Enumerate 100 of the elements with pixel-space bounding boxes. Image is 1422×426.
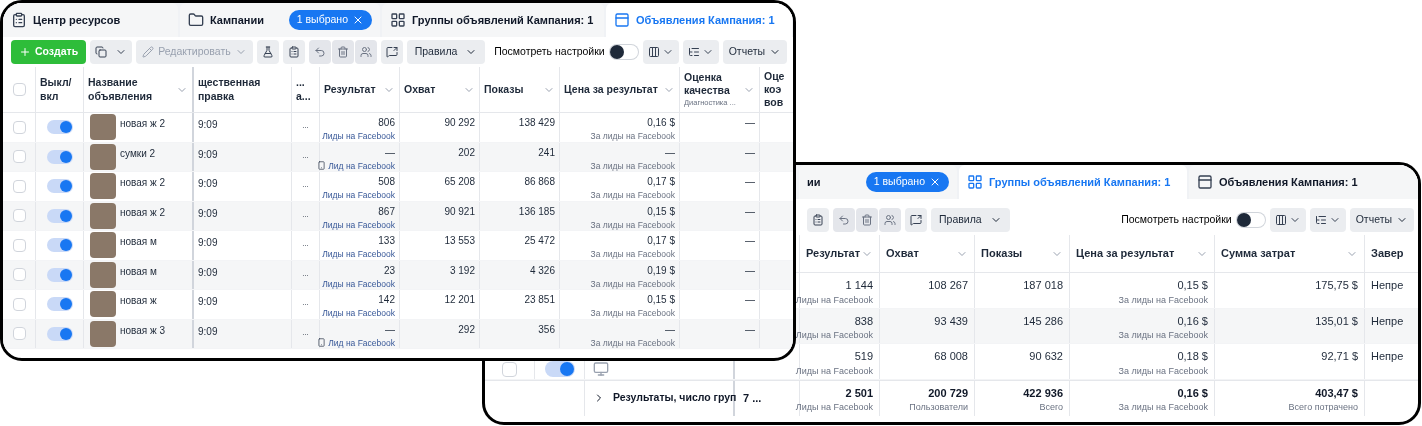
checkbox[interactable] [12, 297, 26, 311]
table-cell-text: 838 [854, 313, 873, 329]
column-title: Показы [484, 82, 524, 97]
toggle-switch[interactable] [46, 238, 73, 253]
reports-button[interactable]: Отчеты [1349, 208, 1414, 232]
copy-icon [95, 46, 108, 58]
toggle-switch[interactable] [46, 120, 73, 135]
toggle-switch[interactable] [46, 208, 73, 223]
result-link[interactable]: Лиды на Facebook [322, 218, 395, 232]
table-cell-note: За лиды на Facebook [590, 307, 675, 320]
column-header[interactable]: Показы [975, 235, 1070, 272]
toggle-switch[interactable] [46, 179, 73, 194]
result-link[interactable]: Лиды на Facebook [322, 248, 395, 261]
column-header[interactable]: щественная правка [194, 67, 292, 112]
delete-button[interactable] [856, 208, 878, 232]
tab[interactable]: Группы объявлений Кампания: 1 [959, 165, 1187, 199]
column-header[interactable]: Результат [320, 67, 400, 112]
table-cell: 90 292 [444, 117, 475, 128]
toggle-switch[interactable] [46, 326, 73, 341]
table-cell-text: 0,17 $ [647, 234, 675, 248]
column-title: Показы [981, 246, 1023, 262]
tab-label: Центр ресурсов [33, 12, 121, 28]
column-header[interactable]: Охват [880, 235, 975, 272]
ad-name[interactable]: новая м [120, 261, 157, 288]
columns-button[interactable] [1269, 208, 1306, 232]
result-link[interactable]: Лиды на Facebook [322, 307, 395, 320]
ad-name[interactable]: новая м [120, 232, 157, 259]
clipboard-button[interactable] [282, 40, 305, 64]
test-button[interactable] [256, 40, 279, 64]
table-cell-text: 135,01 $ [1315, 313, 1358, 329]
result-link[interactable]: Лиды на Facebook [322, 130, 395, 143]
table-cell-text: 0,15 $ [647, 293, 675, 307]
result-link[interactable]: Лиды на Facebook [322, 189, 395, 202]
column-header[interactable]: Сумма затрат [1215, 235, 1365, 272]
toggle-switch[interactable] [46, 297, 73, 312]
clipboard-button[interactable] [807, 208, 829, 232]
rules-button[interactable]: Правила [931, 208, 1010, 232]
column-header[interactable]: Охват [400, 67, 480, 112]
ad-name[interactable]: новая ж 2 [120, 173, 166, 200]
checkbox[interactable] [12, 209, 26, 223]
breakdown-button[interactable] [1309, 208, 1346, 232]
delete-button[interactable] [331, 40, 354, 64]
ad-name[interactable]: новая ж 3 [120, 320, 166, 347]
table-cell-note: За лиды на Facebook [1118, 329, 1208, 342]
table-cell: ... [302, 239, 309, 248]
column-header[interactable]: ... а... [292, 67, 320, 112]
breakdown-button[interactable] [682, 40, 719, 64]
ad-name[interactable]: сумки 2 [120, 143, 156, 170]
checkbox[interactable] [12, 179, 26, 193]
table-cell-text: 519 [854, 349, 873, 364]
table-cell: — [745, 176, 755, 187]
grid-icon [967, 174, 983, 190]
table-cell: 86 868 [524, 176, 555, 187]
column-header[interactable]: Выкл/ вкл [36, 67, 84, 112]
tab[interactable]: Кампании 1 выбрано [180, 3, 380, 37]
checkbox[interactable] [12, 268, 26, 282]
column-header[interactable]: Цена за результат [1070, 235, 1215, 272]
table-cell-text: 403,47 $ [1315, 385, 1358, 401]
ad-name[interactable]: новая ж 2 [120, 202, 166, 229]
column-header[interactable]: Показы [480, 67, 560, 112]
table-cell: 202 [458, 146, 475, 158]
column-header[interactable]: Результат [800, 235, 880, 272]
checkbox[interactable] [12, 238, 26, 252]
table-cell-note: За лиды на Facebook [590, 218, 675, 232]
column-header[interactable]: Завер [1365, 235, 1418, 272]
duplicate-button[interactable] [90, 40, 133, 64]
tab-label: Группы объявлений Кампания: 1 [412, 12, 594, 28]
tab[interactable]: ии 1 выбрано [799, 165, 957, 199]
columns-button[interactable] [642, 40, 679, 64]
reports-button[interactable]: Отчеты [722, 40, 787, 64]
checkbox[interactable] [12, 327, 26, 341]
selection-badge[interactable]: 1 выбрано [288, 10, 372, 30]
result-link[interactable]: Лид на Facebook [328, 159, 395, 173]
checkbox[interactable] [502, 361, 517, 377]
toggle-switch[interactable] [1235, 212, 1266, 228]
column-header[interactable]: Оце коэ вов [760, 67, 793, 112]
ad-name[interactable]: новая ж [120, 291, 157, 318]
ad-name[interactable]: новая ж 2 [120, 114, 166, 141]
toggle-switch[interactable] [608, 44, 639, 60]
result-link[interactable]: Лид на Facebook [328, 336, 395, 350]
checkbox[interactable] [12, 150, 26, 164]
result-link[interactable]: Лиды на Facebook [322, 277, 395, 291]
comment-button[interactable] [380, 40, 403, 64]
selection-badge[interactable]: 1 выбрано [865, 172, 949, 192]
tab[interactable]: Группы объявлений Кампания: 1 [382, 3, 604, 37]
tab[interactable]: Объявления Кампания: 1 [1189, 165, 1418, 199]
flask-icon [261, 46, 274, 58]
comment-button[interactable] [905, 208, 927, 232]
toggle-switch[interactable] [46, 149, 73, 164]
undo-button[interactable] [308, 40, 331, 64]
tab[interactable]: Объявления Кампания: 1 [606, 3, 792, 37]
column-header[interactable]: Цена за результат [560, 67, 680, 112]
tab[interactable]: Центр ресурсов [3, 3, 178, 37]
table-cell-note: За лиды на Facebook [1118, 401, 1208, 414]
checkbox[interactable] [12, 120, 26, 134]
checkbox[interactable] [12, 83, 26, 96]
table-cell-note: За лиды на Facebook [590, 336, 675, 350]
rules-button[interactable]: Правила [406, 40, 486, 64]
toggle-switch[interactable] [46, 267, 73, 282]
undo-button[interactable] [833, 208, 855, 232]
